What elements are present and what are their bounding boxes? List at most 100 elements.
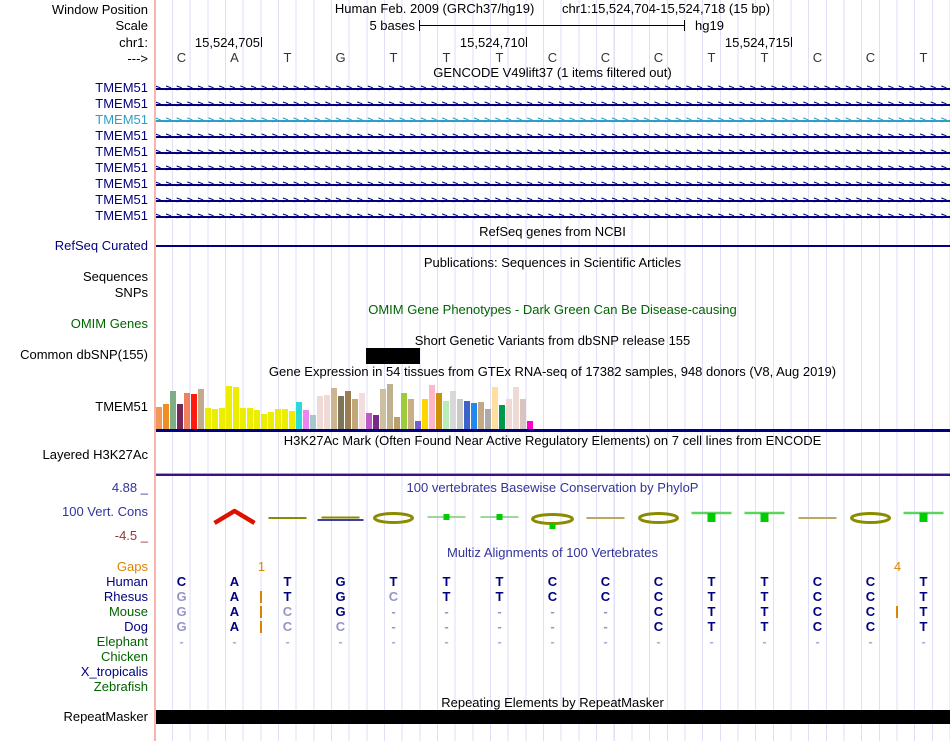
aln-human-base-7: C <box>547 574 558 589</box>
snps-label[interactable]: SNPs <box>0 286 148 300</box>
aln-dog-base-12: C <box>812 619 823 634</box>
h3k27ac-signal-line-bottom[interactable] <box>155 474 950 476</box>
refseq-curated-line[interactable] <box>155 245 950 247</box>
common-dbsnp-label[interactable]: Common dbSNP(155) <box>0 348 148 362</box>
gtex-tissue-bar-38 <box>422 399 428 429</box>
omim-track-title[interactable]: OMIM Gene Phenotypes - Dark Green Can Be… <box>155 303 950 317</box>
aln-mouse-base-5: - <box>444 604 449 619</box>
assembly-position-header: Human Feb. 2009 (GRCh37/hg19) chr1:15,52… <box>155 2 950 16</box>
multiz-label-gaps[interactable]: Gaps <box>0 560 148 574</box>
aln-mouse-base-13: C <box>865 604 876 619</box>
gene-label-7[interactable]: TMEM51 <box>0 193 148 207</box>
scale-bar-right-tick <box>684 20 685 31</box>
gtex-tissue-bar-7 <box>205 408 211 429</box>
refseq-curated-label[interactable]: RefSeq Curated <box>0 239 148 253</box>
sequence-base-9: C <box>653 50 664 65</box>
omim-genes-label[interactable]: OMIM Genes <box>0 317 148 331</box>
gene-label-6[interactable]: TMEM51 <box>0 177 148 191</box>
gene-label-0[interactable]: TMEM51 <box>0 81 148 95</box>
gencode-track-title[interactable]: GENCODE V49lift37 (1 items filtered out) <box>155 66 950 80</box>
gtex-gene-label[interactable]: TMEM51 <box>0 400 148 414</box>
gene-label-4[interactable]: TMEM51 <box>0 145 148 159</box>
phylop-track-title[interactable]: 100 vertebrates Basewise Conservation by… <box>155 481 950 495</box>
gtex-tissue-bar-46 <box>478 402 484 429</box>
aln-elephant-base-8: - <box>603 634 608 649</box>
aln-dog-base-2: C <box>282 619 293 634</box>
aln-mouse-base-7: - <box>550 604 555 619</box>
multiz-label-zebrafish[interactable]: Zebrafish <box>0 680 148 694</box>
repeatmasker-label[interactable]: RepeatMasker <box>0 710 148 724</box>
gene-direction-arrows: >>>>>>>>>>>>>>>>>>>>>>>>>>>>>>>>>>>>>>>>… <box>155 211 950 222</box>
aln-rhesus-base-14: T <box>919 589 928 604</box>
aln-rhesus-base-0: G <box>176 589 187 604</box>
gene-label-3[interactable]: TMEM51 <box>0 129 148 143</box>
gene-transcript-row-4[interactable]: >>>>>>>>>>>>>>>>>>>>>>>>>>>>>>>>>>>>>>>>… <box>155 145 950 160</box>
aln-rhesus-base-4: C <box>388 589 399 604</box>
aln-mouse-base-11: T <box>760 604 769 619</box>
gtex-tissue-bar-15 <box>261 414 267 429</box>
multiz-track-title[interactable]: Multiz Alignments of 100 Vertebrates <box>155 546 950 560</box>
multiz-label-x_tropicalis[interactable]: X_tropicalis <box>0 665 148 679</box>
gene-label-1[interactable]: TMEM51 <box>0 97 148 111</box>
dbsnp-track-title[interactable]: Short Genetic Variants from dbSNP releas… <box>155 334 950 348</box>
vert-cons-label[interactable]: 100 Vert. Cons <box>0 505 148 519</box>
gene-transcript-row-8[interactable]: >>>>>>>>>>>>>>>>>>>>>>>>>>>>>>>>>>>>>>>>… <box>155 209 950 224</box>
repeatmasker-element-bar[interactable] <box>155 710 950 724</box>
gene-transcript-row-7[interactable]: >>>>>>>>>>>>>>>>>>>>>>>>>>>>>>>>>>>>>>>>… <box>155 193 950 208</box>
gtex-expression-bars[interactable] <box>155 383 950 429</box>
sequence-base-1: A <box>230 50 239 65</box>
aln-mouse-base-4: - <box>391 604 396 619</box>
gtex-tissue-bar-45 <box>471 403 477 429</box>
multiz-label-elephant[interactable]: Elephant <box>0 635 148 649</box>
aln-human-base-4: T <box>389 574 398 589</box>
gene-label-2[interactable]: TMEM51 <box>0 113 148 127</box>
gtex-tissue-bar-24 <box>324 395 330 429</box>
gene-transcript-row-1[interactable]: >>>>>>>>>>>>>>>>>>>>>>>>>>>>>>>>>>>>>>>>… <box>155 97 950 112</box>
publications-track-title[interactable]: Publications: Sequences in Scientific Ar… <box>155 256 950 270</box>
dbsnp-variant-bar[interactable] <box>366 348 420 364</box>
aln-mouse-base-1: A <box>229 604 240 619</box>
aln-human-base-11: T <box>760 574 769 589</box>
gtex-tissue-bar-20 <box>296 402 302 429</box>
gene-transcript-row-6[interactable]: >>>>>>>>>>>>>>>>>>>>>>>>>>>>>>>>>>>>>>>>… <box>155 177 950 192</box>
gtex-tissue-bar-6 <box>198 389 204 429</box>
multiz-label-mouse[interactable]: Mouse <box>0 605 148 619</box>
aln-mouse-base-2: C <box>282 604 293 619</box>
scale-value: 5 bases <box>369 18 415 33</box>
sequence-base-7: C <box>547 50 558 65</box>
gtex-track-title[interactable]: Gene Expression in 54 tissues from GTEx … <box>155 365 950 379</box>
aln-mouse-base-0: G <box>176 604 187 619</box>
gtex-tissue-bar-50 <box>506 399 512 429</box>
sequence-base-0: C <box>176 50 187 65</box>
aln-rhesus-base-12: C <box>812 589 823 604</box>
refseq-track-title[interactable]: RefSeq genes from NCBI <box>155 225 950 239</box>
gene-transcript-row-3[interactable]: >>>>>>>>>>>>>>>>>>>>>>>>>>>>>>>>>>>>>>>>… <box>155 129 950 144</box>
multiz-label-rhesus[interactable]: Rhesus <box>0 590 148 604</box>
aln-rhesus-base-9: C <box>653 589 664 604</box>
gtex-tissue-bar-29 <box>359 393 365 429</box>
gene-transcript-row-2[interactable]: >>>>>>>>>>>>>>>>>>>>>>>>>>>>>>>>>>>>>>>>… <box>155 113 950 128</box>
aln-human-base-5: T <box>442 574 451 589</box>
gene-transcript-row-0[interactable]: >>>>>>>>>>>>>>>>>>>>>>>>>>>>>>>>>>>>>>>>… <box>155 81 950 96</box>
gene-label-5[interactable]: TMEM51 <box>0 161 148 175</box>
multiz-label-human[interactable]: Human <box>0 575 148 589</box>
aln-mouse-base-14: T <box>919 604 928 619</box>
gene-label-8[interactable]: TMEM51 <box>0 209 148 223</box>
aln-gap-bar <box>260 591 262 603</box>
phylop-conservation-wiggle[interactable] <box>155 500 950 540</box>
layered-h3k27ac-label[interactable]: Layered H3K27Ac <box>0 448 148 462</box>
repeatmasker-track-title[interactable]: Repeating Elements by RepeatMasker <box>155 696 950 710</box>
multiz-label-dog[interactable]: Dog <box>0 620 148 634</box>
multiz-label-chicken[interactable]: Chicken <box>0 650 148 664</box>
aln-elephant-base-2: - <box>285 634 290 649</box>
sequences-label[interactable]: Sequences <box>0 270 148 284</box>
gene-direction-arrows: >>>>>>>>>>>>>>>>>>>>>>>>>>>>>>>>>>>>>>>>… <box>155 163 950 174</box>
gtex-tissue-bar-43 <box>457 399 463 429</box>
h3k27ac-track-title[interactable]: H3K27Ac Mark (Often Found Near Active Re… <box>155 434 950 448</box>
gtex-tissue-bar-21 <box>303 410 309 429</box>
browser-track-area[interactable]: Human Feb. 2009 (GRCh37/hg19) chr1:15,52… <box>155 0 950 741</box>
aln-dog-base-9: C <box>653 619 664 634</box>
gene-transcript-row-5[interactable]: >>>>>>>>>>>>>>>>>>>>>>>>>>>>>>>>>>>>>>>>… <box>155 161 950 176</box>
gtex-tissue-bar-19 <box>289 411 295 429</box>
aln-human-base-9: C <box>653 574 664 589</box>
